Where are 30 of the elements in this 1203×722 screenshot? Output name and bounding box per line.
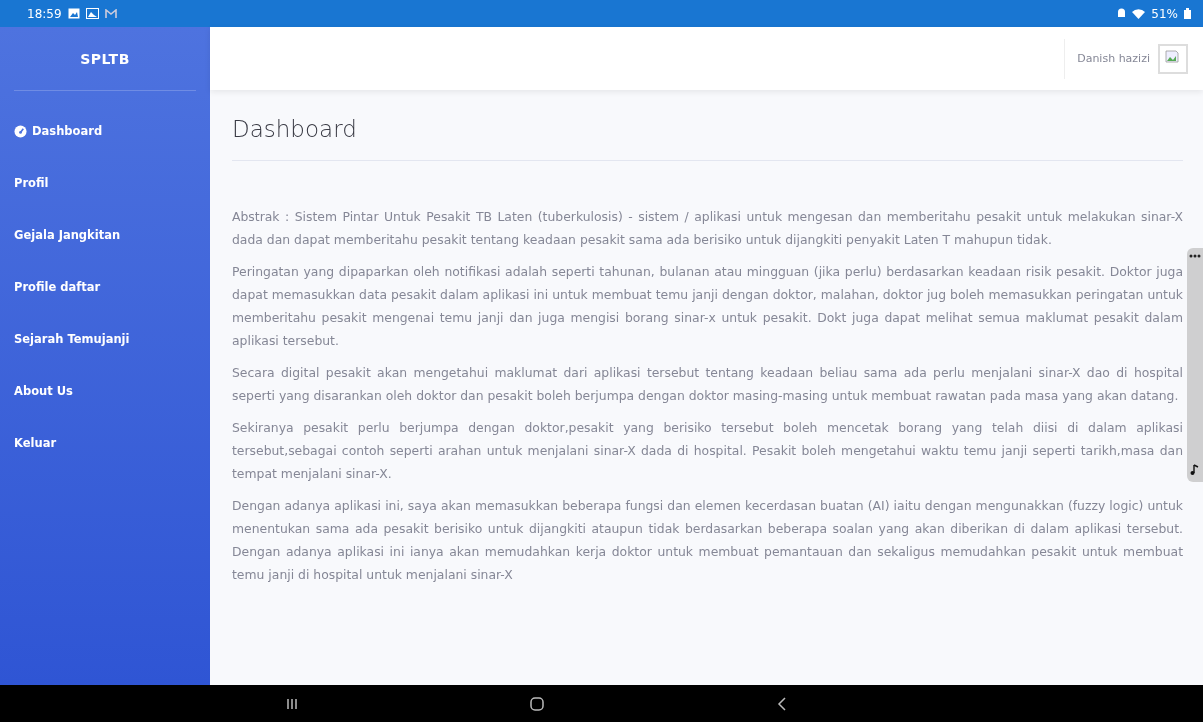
home-icon[interactable] [530, 696, 545, 711]
sidebar-item[interactable]: Keluar [0, 417, 210, 469]
gauge-icon [14, 124, 27, 138]
sidebar-item[interactable]: Dashboard [0, 105, 210, 157]
image-icon [85, 8, 99, 19]
paragraph: Abstrak : Sistem Pintar Untuk Pesakit TB Laten (tuberkulosis) - sistem / aplikasi untuk mengesan dan memberitahu pesakit untuk melakukan sinar-X dada dan dapat memberitahu pesakit tentang keadaan pesakit sama ada berisiko untuk dijangkiti penyakit Laten T mahupun tidak. [232, 208, 1183, 249]
paragraph: Sekiranya pesakit perlu berjumpa dengan doktor,pesakit yang berisiko tersebut boleh mencetak borang yang telah diisi di dalam aplikasi tersebut,sebagai contoh seperti arahan untuk menjalani sinar-X dada di hospital. Pesakit boleh mengetahui waktu temu janji seperti tarikh,masa dan tempat menjalani sinar-X. [232, 419, 1183, 483]
music-note-icon[interactable] [1189, 464, 1201, 476]
gallery-icon [67, 8, 80, 19]
edge-panel-handle[interactable] [1187, 248, 1203, 482]
paragraph: Peringatan yang dipaparkan oleh notifikasi adalah seperti tahunan, bulanan atau mingguan (jika perlu) berdasarkan keadaan risik pesakit. Doktor juga dapat memasukkan data pesakit dalam aplikasi ini untuk membuat temu janji dengan doktor, malahan, doktor jug boleh memasukkan peringatan untuk memberitahu pesakit mengenai temu janji dan juga mengisi borang sinar-x untuk pesakit. Dokt juga dapat melihat semua maklumat pesakit dalam aplikasi tersebut. [232, 263, 1183, 350]
paragraph: Secara digital pesakit akan mengetahui maklumat dari aplikasi tersebut tentang keadaan beliau sama ada perlu menjalani sinar-X dao di hospital seperti yang disarankan oleh doktor dan pesakit boleh berjumpa dengan doktor masing-masing untuk membuat rawatan pada masa yang akan datang. [232, 364, 1183, 405]
more-icon[interactable] [1189, 254, 1201, 258]
sidebar-item[interactable]: Sejarah Temujanji [0, 313, 210, 365]
mail-icon [104, 8, 117, 19]
wifi-icon [1132, 8, 1146, 19]
recents-icon[interactable] [286, 697, 299, 710]
sidebar-item[interactable]: Gejala Jangkitan [0, 209, 210, 261]
battery-level: 51% [1151, 6, 1178, 21]
clock: 18:59 [27, 6, 62, 21]
alarm-icon [1117, 8, 1127, 19]
sidebar-item[interactable]: About Us [0, 365, 210, 417]
back-icon[interactable] [776, 696, 787, 711]
sidebar-item[interactable]: Profil [0, 157, 210, 209]
user-name[interactable]: Danish hazizi [1077, 52, 1150, 65]
page-title: Dashboard [232, 104, 1183, 161]
battery-icon [1184, 8, 1191, 19]
sidebar-item[interactable]: Profile daftar [0, 261, 210, 313]
brand-title: SPLTB [14, 27, 196, 91]
paragraph: Dengan adanya aplikasi ini, saya akan memasukkan beberapa fungsi dan elemen kecerdasan buatan (AI) iaitu dengan mengunakkan (fuzzy logic) untuk menentukan sama ada pesakit berisiko untuk dijangkiti ataupun tidak berdasarkan beberapa soalan yang akan diberikan di dalam aplikasi tersebut. Dengan adanya aplikasi ini ianya akan memudahkan kerja doktor untuk membuat pemantauan dan sekaligus memudahkan pesakit untuk membuat temu janji di hospital untuk menjalani sinar-X [232, 497, 1183, 584]
